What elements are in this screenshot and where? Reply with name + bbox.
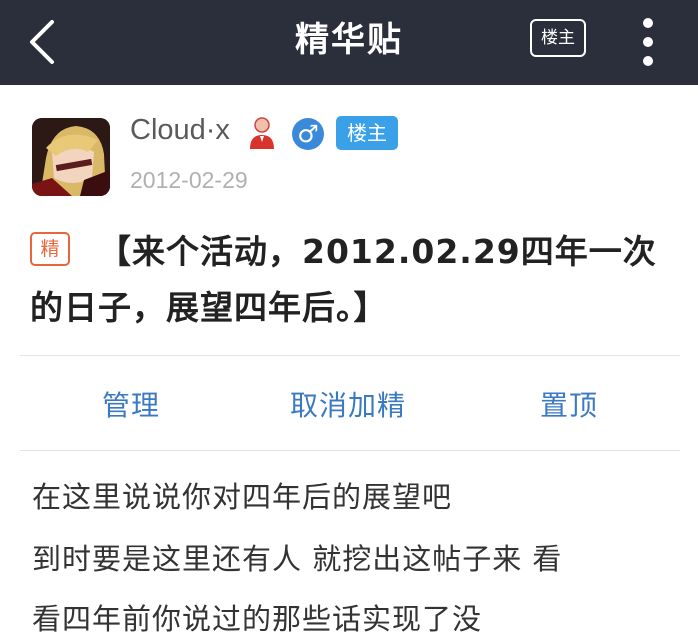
back-button[interactable] <box>24 16 64 68</box>
post-body-line: 到时要是这里还有人 就挖出这帖子来 看 <box>32 542 563 576</box>
manage-button[interactable]: 管理 <box>102 384 160 424</box>
more-dot-icon <box>643 18 653 28</box>
more-dot-icon <box>643 56 653 66</box>
post-date: 2012-02-29 <box>130 167 248 193</box>
only-op-button[interactable]: 楼主 <box>530 19 586 57</box>
post-body-line: 看四年前你说过的那些话实现了没 <box>32 602 483 636</box>
top-bar: 精华贴 楼主 <box>0 0 698 85</box>
male-icon: ♂ <box>292 118 324 150</box>
unfeature-button[interactable]: 取消加精 <box>290 384 406 424</box>
more-menu-button[interactable] <box>636 14 660 70</box>
page-title: 精华贴 <box>295 20 403 60</box>
pin-button[interactable]: 置顶 <box>540 384 598 424</box>
avatar-image <box>32 118 110 196</box>
user-level-icon <box>250 117 274 149</box>
more-dot-icon <box>643 37 653 47</box>
avatar[interactable] <box>32 118 110 196</box>
divider <box>20 355 680 356</box>
chevron-left-icon <box>30 20 54 64</box>
divider <box>20 450 680 451</box>
post-title: 【来个活动，2012.02.29四年一次的日子，展望四年后。】 <box>30 232 657 327</box>
op-badge: 楼主 <box>336 116 398 150</box>
author-name[interactable]: Cloud·x <box>130 114 230 147</box>
post-body-line: 在这里说说你对四年后的展望吧 <box>32 480 453 514</box>
featured-tag: 精 <box>30 232 70 266</box>
